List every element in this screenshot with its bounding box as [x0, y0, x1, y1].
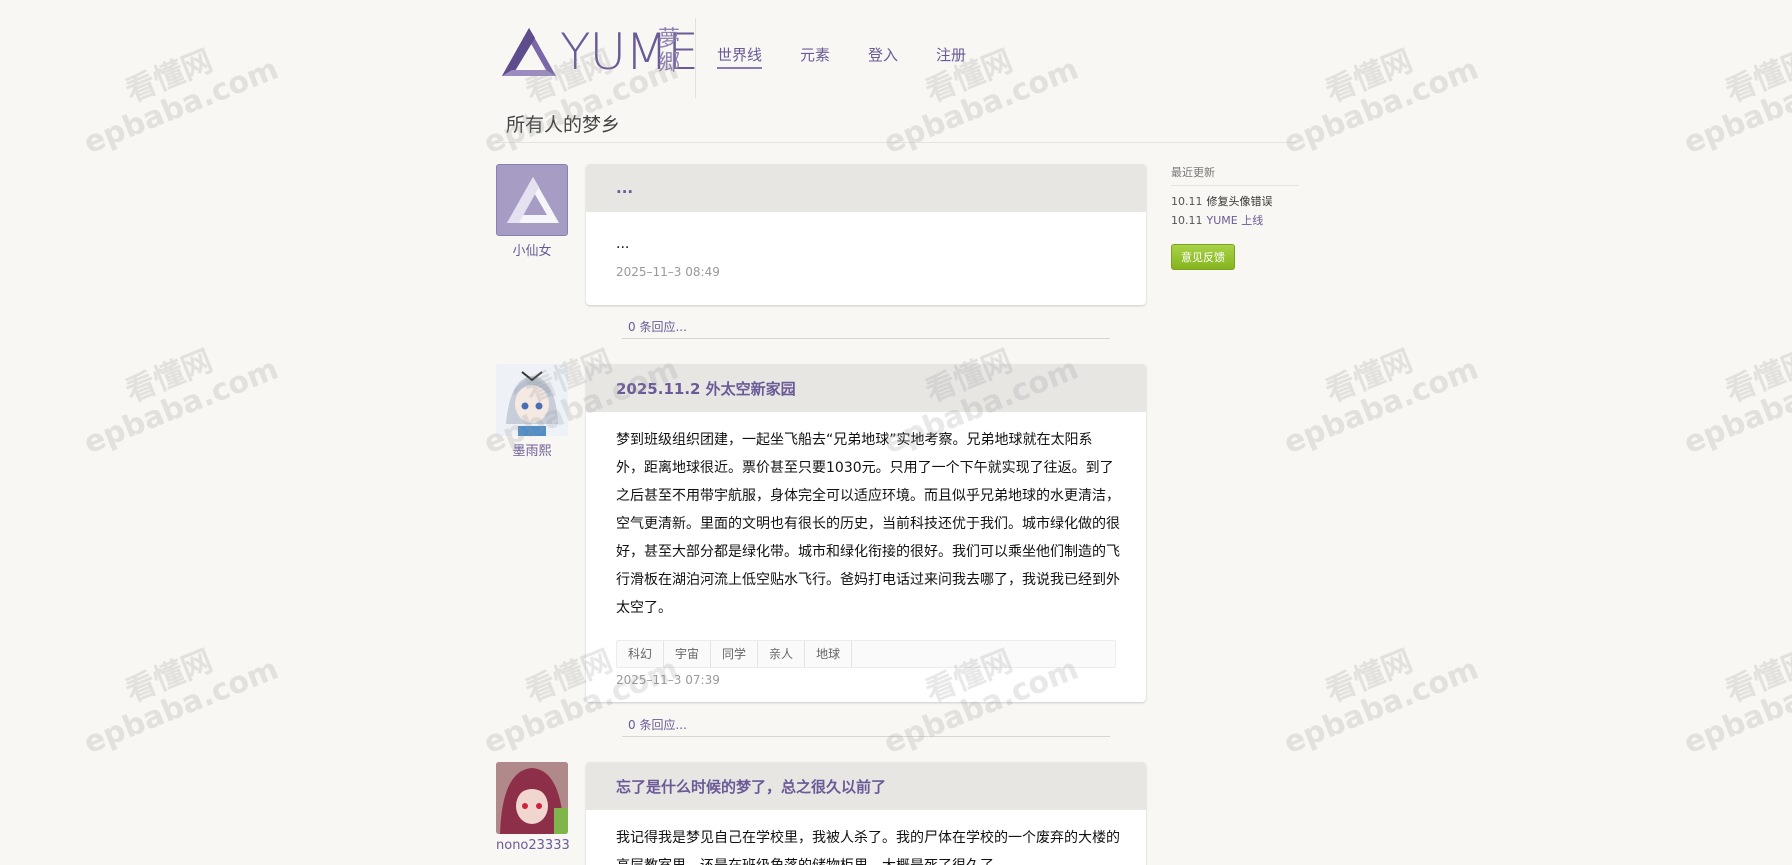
post-content: 我记得我是梦见自己在学校里，我被人杀了。我的尸体在学校的一个废弃的大楼的高层教室… [616, 830, 1120, 865]
watermark: 看懂网 epbaba.com [78, 343, 284, 461]
avatar[interactable] [496, 762, 568, 834]
watermark: 看懂网 epbaba.com [1678, 343, 1792, 461]
header-divider [695, 18, 696, 98]
penrose-avatar-icon [507, 177, 559, 223]
anime-avatar-icon [496, 762, 568, 834]
tag[interactable]: 科幻 [617, 641, 665, 667]
replies-link[interactable]: 0 条回应... [622, 716, 1110, 737]
update-item: 10.11 修复头像错误 [1171, 192, 1299, 211]
watermark: 看懂网 epbaba.com [1678, 643, 1792, 761]
page-title: 所有人的梦乡 [506, 114, 621, 136]
nav-elements[interactable]: 元素 [800, 45, 830, 69]
update-date: 10.11 [1171, 214, 1203, 227]
post-card: 2025.11.2 外太空新家园 梦到班级组织团建，一起坐飞船去“兄弟地球”实地… [586, 364, 1146, 702]
site-logo[interactable]: YUME 夢郷 [500, 24, 699, 80]
nav-register[interactable]: 注册 [936, 45, 966, 69]
title-divider [496, 142, 1296, 143]
sidebar-heading: 最近更新 [1171, 164, 1299, 186]
anime-avatar-icon [496, 364, 568, 436]
avatar[interactable] [496, 164, 568, 236]
watermark: 看懂网 epbaba.com [1278, 343, 1484, 461]
penrose-triangle-icon [502, 28, 556, 76]
post-body: 梦到班级组织团建，一起坐飞船去“兄弟地球”实地考察。兄弟地球就在太阳系外，距离地… [586, 412, 1146, 702]
post-card: 忘了是什么时候的梦了，总之很久以前了 我记得我是梦见自己在学校里，我被人杀了。我… [586, 762, 1146, 865]
tag[interactable]: 地球 [805, 641, 853, 667]
replies-link[interactable]: 0 条回应... [622, 318, 1110, 339]
update-text: 修复头像错误 [1206, 195, 1273, 208]
logo-subtitle: 夢郷 [658, 27, 681, 76]
update-link[interactable]: YUME 上线 [1207, 214, 1264, 227]
main-nav: 世界线 元素 登入 注册 [717, 45, 966, 69]
watermark: 看懂网 epbaba.com [1278, 43, 1484, 161]
nav-worldline[interactable]: 世界线 [717, 45, 763, 69]
post-title[interactable]: 2025.11.2 外太空新家园 [586, 364, 1146, 412]
tag[interactable]: 亲人 [758, 641, 806, 667]
watermark: 看懂网 epbaba.com [78, 43, 284, 161]
post-time: 2025–11–3 07:39 [616, 673, 720, 687]
tag[interactable]: 同学 [711, 641, 759, 667]
watermark: 看懂网 epbaba.com [1278, 643, 1484, 761]
tag[interactable]: 宇宙 [664, 641, 712, 667]
author-name[interactable]: nono23333 [496, 838, 570, 853]
author-name[interactable]: 小仙女 [496, 240, 568, 259]
post-content: ... [616, 236, 630, 252]
avatar[interactable] [496, 364, 568, 436]
post-card: ... ... 2025–11–3 08:49 [586, 164, 1146, 305]
post-body: ... 2025–11–3 08:49 [586, 212, 1146, 294]
update-item: 10.11 YUME 上线 [1171, 211, 1299, 230]
tag-list: 科幻 宇宙 同学 亲人 地球 [616, 640, 1116, 668]
watermark: 看懂网 epbaba.com [878, 43, 1084, 161]
watermark: 看懂网 epbaba.com [1678, 43, 1792, 161]
post-title[interactable]: 忘了是什么时候的梦了，总之很久以前了 [586, 762, 1146, 810]
update-date: 10.11 [1171, 195, 1203, 208]
watermark: 看懂网 epbaba.com [78, 643, 284, 761]
post-title[interactable]: ... [586, 164, 1146, 212]
page: YUME 夢郷 世界线 元素 登入 注册 所有人的梦乡 最近更新 10.11 修复… [0, 0, 1792, 865]
feedback-button[interactable]: 意见反馈 [1171, 244, 1235, 270]
author-name[interactable]: 墨雨熙 [496, 440, 568, 459]
post-content: 梦到班级组织团建，一起坐飞船去“兄弟地球”实地考察。兄弟地球就在太阳系外，距离地… [616, 432, 1120, 616]
post-body: 我记得我是梦见自己在学校里，我被人杀了。我的尸体在学校的一个废弃的大楼的高层教室… [586, 810, 1146, 865]
post-time: 2025–11–3 08:49 [616, 265, 720, 279]
nav-login[interactable]: 登入 [868, 45, 898, 69]
sidebar: 最近更新 10.11 修复头像错误 10.11 YUME 上线 意见反馈 [1171, 164, 1299, 270]
